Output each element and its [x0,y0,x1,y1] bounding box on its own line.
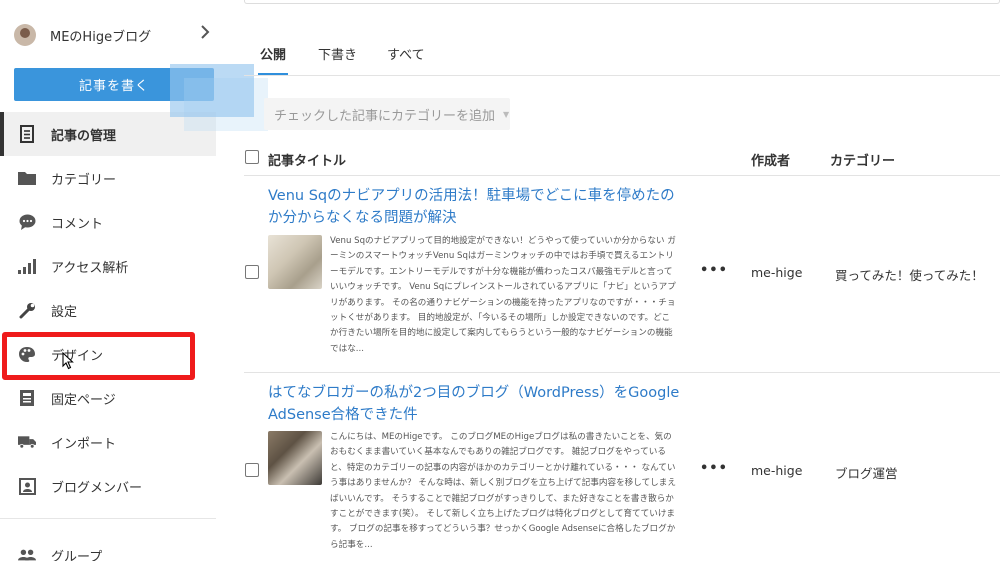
table-row: はてなブロガーの私が2つ目のブログ（WordPress）をGoogle AdSe… [244,374,1000,561]
row-checkbox[interactable] [245,463,259,477]
post-category[interactable]: 買ってみた！使ってみた！ [835,265,984,284]
sidebar-item-members[interactable]: ブログメンバー [0,464,216,508]
blog-name: MEのHigeブログ [50,29,152,45]
top-panel-edge [244,0,1000,4]
add-category-label: チェックした記事にカテゴリーを追加 [274,108,496,124]
post-title-link[interactable]: Venu Sqのナビアプリの活用法！駐車場でどこに車を停めたのか分からなくなる問… [268,185,688,229]
sidebar-item-label: 設定 [51,304,78,320]
sidebar-item-label: 記事の管理 [51,128,117,144]
status-tabs: 公開 下書き すべて [258,44,455,75]
comment-icon [18,213,36,231]
highlight-box [2,332,195,380]
blog-dashboard: MEのHigeブログ 記事を書く 記事の管理 カテゴリー コメント アクセス解析… [0,0,1000,561]
tab-drafts[interactable]: 下書き [318,44,357,75]
table-row: Venu Sqのナビアプリの活用法！駐車場でどこに車を停めたのか分からなくなる問… [244,177,1000,373]
post-author: me-hige [751,463,803,478]
row-checkbox[interactable] [245,265,259,279]
sidebar-item-import[interactable]: インポート [0,420,216,464]
post-excerpt: こんにちは、MEのHigeです。 このブログMEのHigeブログは私の書きたいこ… [330,432,676,550]
sidebar-item-comments[interactable]: コメント [0,200,216,244]
column-title: 記事タイトル [268,154,347,169]
sidebar-item-label: グループ [51,549,103,561]
sidebar-item-label: アクセス解析 [51,260,129,276]
caret-down-icon: ▼ [503,109,510,119]
member-icon [18,477,36,495]
tabs-divider [244,75,1000,76]
post-author: me-hige [751,265,803,280]
sidebar-item-label: 固定ページ [51,392,116,408]
sidebar-item-settings[interactable]: 設定 [0,288,216,332]
drag-ghost [170,64,254,117]
sidebar-item-label: インポート [51,436,117,452]
bar-chart-icon [18,257,36,275]
tab-published[interactable]: 公開 [258,44,289,75]
truck-icon [18,433,36,451]
sidebar-item-label: カテゴリー [51,172,117,188]
avatar [14,24,36,46]
sidebar-item-group[interactable]: グループ [0,533,216,561]
folder-icon [18,169,36,187]
add-category-button[interactable]: チェックした記事にカテゴリーを追加 ▼ [264,98,510,130]
sidebar-divider [0,518,216,519]
page-icon [18,389,36,407]
post-title-link[interactable]: はてなブロガーの私が2つ目のブログ（WordPress）をGoogle AdSe… [268,382,688,426]
table-header: 記事タイトル 作成者 カテゴリー [244,140,1000,176]
post-category[interactable]: ブログ運営 [835,463,898,482]
post-excerpt: Venu Sqのナビアプリって目的地設定ができない！どうやって使っていいか分から… [330,236,676,354]
select-all-checkbox[interactable] [245,150,259,164]
post-thumbnail [268,431,322,485]
column-category: カテゴリー [830,154,896,169]
mouse-cursor-icon [62,351,74,374]
group-icon [18,546,36,561]
wrench-icon [18,301,36,319]
sidebar-item-label: コメント [51,216,104,232]
sidebar-item-categories[interactable]: カテゴリー [0,156,216,200]
more-actions-icon[interactable]: ••• [700,263,728,278]
post-thumbnail [268,235,322,289]
blog-switcher[interactable]: MEのHigeブログ [14,20,214,50]
tab-all[interactable]: すべて [387,44,425,75]
document-icon [18,125,36,143]
chevron-right-icon [200,24,210,43]
main-content: 公開 下書き すべて チェックした記事にカテゴリーを追加 ▼ 記事タイトル 作成… [244,0,1000,561]
more-actions-icon[interactable]: ••• [700,461,728,476]
sidebar-item-pages[interactable]: 固定ページ [0,376,216,420]
column-author: 作成者 [751,154,791,169]
sidebar-item-label: ブログメンバー [51,480,143,496]
sidebar-item-analytics[interactable]: アクセス解析 [0,244,216,288]
